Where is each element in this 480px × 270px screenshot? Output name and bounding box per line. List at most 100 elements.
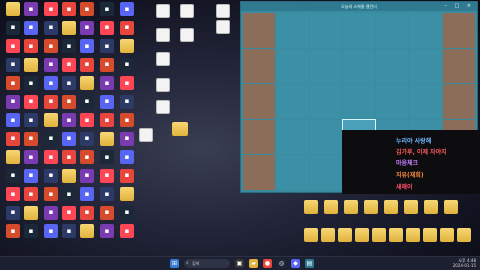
desktop-icon[interactable] — [20, 57, 42, 72]
calendar-day-cell[interactable] — [342, 13, 376, 48]
desktop-icon[interactable]: ▪ — [96, 224, 118, 238]
desktop-icon[interactable] — [360, 200, 382, 214]
desktop-icon[interactable]: ▪ — [96, 76, 118, 90]
calendar-day-cell[interactable] — [442, 13, 475, 48]
desktop-icon[interactable] — [320, 200, 342, 214]
desktop-icon[interactable] — [20, 205, 42, 220]
calendar-day-cell[interactable] — [243, 155, 276, 190]
desktop-icon[interactable]: ▪ — [116, 205, 138, 220]
desktop-icon[interactable]: ▪ — [96, 150, 118, 164]
sticky-note[interactable]: 누리야 사랑해 김가루, 이제 자야지 마음체크 지유(재희) 새해이 — [342, 130, 480, 194]
desktop-icon[interactable] — [176, 28, 198, 42]
desktop-icon[interactable]: ▪ — [20, 113, 42, 127]
chrome-icon[interactable]: ● — [263, 259, 272, 268]
desktop-icon[interactable]: ▪ — [76, 94, 98, 109]
desktop-icon[interactable]: ▪ — [76, 39, 98, 53]
desktop-icon[interactable] — [453, 228, 475, 242]
calendar-day-cell[interactable] — [276, 48, 309, 84]
calendar-day-cell[interactable] — [409, 84, 442, 119]
desktop-icon[interactable]: ▪ — [96, 94, 118, 109]
calendar-day-cell[interactable] — [243, 48, 276, 84]
desktop-icon[interactable]: ▪ — [76, 57, 98, 72]
calendar-day-cell[interactable] — [442, 48, 475, 84]
desktop-icon[interactable]: ▪ — [20, 168, 42, 183]
calendar-day-cell[interactable] — [243, 84, 276, 119]
calendar-day-cell[interactable] — [409, 13, 442, 48]
desktop-icon[interactable]: ▪ — [20, 150, 42, 164]
calendar-day-cell[interactable] — [309, 155, 342, 190]
desktop-icon[interactable]: ▪ — [116, 57, 138, 72]
desktop-icon[interactable]: ▪ — [20, 20, 42, 35]
calendar-day-cell[interactable] — [376, 84, 409, 119]
calendar-day-cell[interactable] — [342, 84, 376, 119]
desktop-icon[interactable]: ▪ — [96, 113, 118, 127]
discord-icon[interactable]: ◆ — [291, 259, 300, 268]
desktop-icon[interactable]: ▪ — [20, 224, 42, 238]
desktop-icon[interactable]: ▪ — [76, 131, 98, 146]
desktop-icon[interactable]: ▪ — [20, 131, 42, 146]
calendar-day-cell[interactable] — [442, 84, 475, 119]
desktop-icon[interactable]: ▪ — [20, 76, 42, 90]
desktop-icon[interactable]: ▪ — [116, 224, 138, 238]
desktop-icon[interactable]: ▪ — [96, 20, 118, 35]
desktop-icon[interactable]: ▪ — [116, 150, 138, 164]
center-shortcut-icon[interactable] — [172, 122, 188, 136]
calendar-day-cell[interactable] — [243, 119, 276, 155]
desktop-icon[interactable] — [420, 200, 442, 214]
desktop-icon[interactable] — [152, 78, 174, 92]
calendar-day-cell[interactable] — [342, 48, 376, 84]
desktop-icon[interactable]: ▪ — [96, 39, 118, 53]
calendar-titlebar[interactable]: 오늘의 스케줄 캘린더 – □ × — [241, 2, 477, 11]
desktop-icon[interactable] — [135, 128, 157, 142]
calendar-day-cell[interactable] — [276, 119, 309, 155]
desktop-icon[interactable]: ▪ — [76, 113, 98, 127]
calendar-day-cell[interactable] — [276, 13, 309, 48]
desktop-icon[interactable]: ▪ — [116, 76, 138, 90]
calendar-day-cell[interactable] — [409, 48, 442, 84]
desktop-icon[interactable]: ▪ — [116, 168, 138, 183]
desktop-icon[interactable]: ▪ — [76, 205, 98, 220]
desktop-icon[interactable]: ▪ — [116, 94, 138, 109]
desktop-icon[interactable]: ▪ — [20, 94, 42, 109]
desktop-icon[interactable] — [212, 4, 234, 18]
desktop-icon[interactable] — [116, 39, 138, 53]
desktop-icon[interactable]: ▪ — [96, 168, 118, 183]
desktop-icon[interactable] — [176, 4, 198, 18]
calendar-day-cell[interactable] — [309, 84, 342, 119]
desktop-icon[interactable]: ▪ — [76, 187, 98, 201]
desktop-icon[interactable]: ▪ — [20, 2, 42, 16]
task-view-icon[interactable]: ▣ — [235, 259, 244, 268]
windows-start-icon[interactable]: ⊞ — [170, 259, 179, 268]
steam-icon[interactable]: ◎ — [277, 259, 286, 268]
desktop-icon[interactable]: ▪ — [76, 20, 98, 35]
desktop-icon[interactable] — [76, 76, 98, 90]
desktop-icon[interactable] — [212, 20, 234, 34]
desktop-icon[interactable]: ▪ — [96, 187, 118, 201]
calendar-day-cell[interactable] — [376, 48, 409, 84]
system-tray[interactable]: 오후 4:48 2024-01-15 — [453, 258, 476, 268]
desktop-icon[interactable]: ▪ — [20, 39, 42, 53]
desktop-icon[interactable]: ▪ — [96, 2, 118, 16]
desktop-icon[interactable] — [380, 200, 402, 214]
calendar-day-cell[interactable] — [376, 13, 409, 48]
calendar-app-icon[interactable]: ▤ — [305, 259, 314, 268]
desktop-icon[interactable] — [152, 4, 174, 18]
desktop-icon[interactable] — [340, 200, 362, 214]
desktop-icon[interactable] — [400, 200, 422, 214]
desktop-icon[interactable]: ▪ — [116, 113, 138, 127]
desktop-icon[interactable] — [96, 131, 118, 146]
file-explorer-icon[interactable]: ▰ — [249, 259, 258, 268]
calendar-day-cell[interactable] — [309, 13, 342, 48]
search-box[interactable]: ⌕ 검색 — [184, 259, 230, 268]
window-buttons[interactable]: – □ × — [444, 2, 474, 11]
desktop-icon[interactable] — [152, 100, 174, 114]
desktop-icon[interactable]: ▪ — [96, 205, 118, 220]
calendar-day-cell[interactable] — [309, 48, 342, 84]
desktop-icon[interactable]: ▪ — [76, 168, 98, 183]
desktop-icon[interactable] — [152, 52, 174, 66]
desktop-icon[interactable]: ▪ — [116, 2, 138, 16]
desktop-icon[interactable] — [152, 28, 174, 42]
desktop-icon[interactable]: ▪ — [76, 150, 98, 164]
desktop-icon[interactable] — [300, 200, 322, 214]
calendar-day-cell[interactable] — [276, 155, 309, 190]
